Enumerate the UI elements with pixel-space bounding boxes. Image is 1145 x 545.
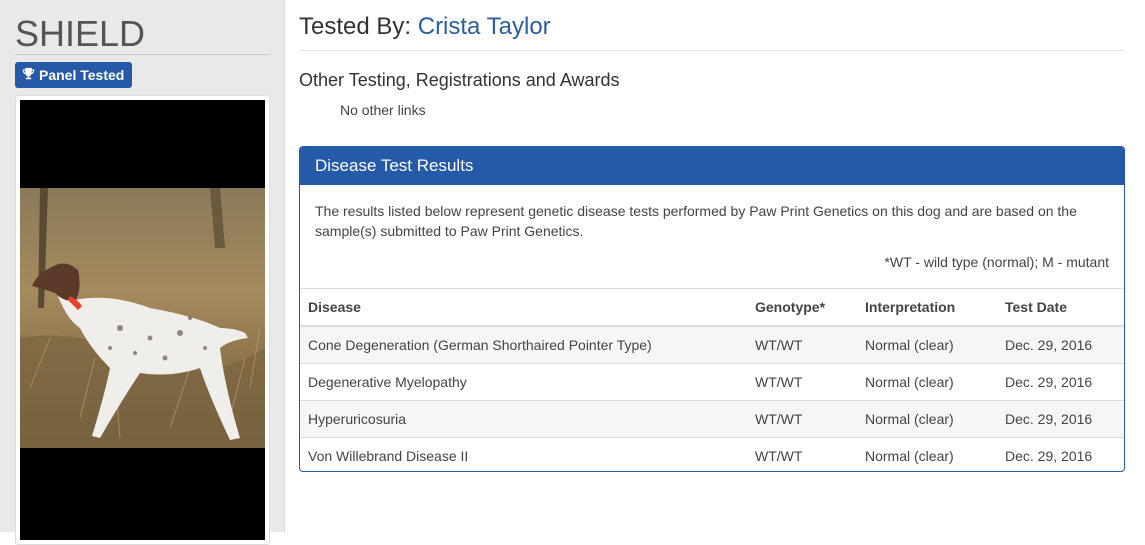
interpretation-cell: Normal (clear) xyxy=(857,437,997,471)
table-row: Cone Degeneration (German Shorthaired Po… xyxy=(300,325,1124,364)
genotype-cell: WT/WT xyxy=(747,363,857,401)
badge-label: Panel Tested xyxy=(39,67,125,83)
other-testing-heading: Other Testing, Registrations and Awards xyxy=(299,70,620,90)
trophy-icon xyxy=(22,62,35,88)
no-links-text: No other links xyxy=(340,102,426,118)
tested-by-prefix: Tested By: xyxy=(299,13,412,40)
panel-tested-badge[interactable]: Panel Tested xyxy=(15,62,133,88)
disease-results-panel: Disease Test Results The results listed … xyxy=(299,146,1125,472)
table-row: Degenerative Myelopathy WT/WT Normal (cl… xyxy=(300,363,1124,401)
results-table: Disease Genotype* Interpretation Test Da… xyxy=(300,288,1124,471)
disease-cell: Von Willebrand Disease II xyxy=(300,437,747,471)
col-test-date: Test Date xyxy=(997,288,1124,327)
interpretation-cell: Normal (clear) xyxy=(857,325,997,364)
sidebar: SHIELD Panel Tested xyxy=(0,0,285,545)
col-interpretation: Interpretation xyxy=(857,288,997,327)
panel-body: The results listed below represent genet… xyxy=(300,185,1124,272)
genotype-cell: WT/WT xyxy=(747,400,857,438)
panel-title: Disease Test Results xyxy=(300,147,1124,185)
disease-cell: Degenerative Myelopathy xyxy=(300,363,747,401)
dog-photo-image xyxy=(20,188,265,448)
test-date-cell: Dec. 29, 2016 xyxy=(997,363,1124,401)
results-description: The results listed below represent genet… xyxy=(315,203,1077,239)
table-row: Von Willebrand Disease II WT/WT Normal (… xyxy=(300,437,1124,471)
genotype-cell: WT/WT xyxy=(747,325,857,364)
disease-cell: Hyperuricosuria xyxy=(300,400,747,438)
dog-photo-frame xyxy=(15,95,270,545)
interpretation-cell: Normal (clear) xyxy=(857,400,997,438)
dog-name-title: SHIELD xyxy=(15,14,270,55)
test-date-cell: Dec. 29, 2016 xyxy=(997,400,1124,438)
tester-name-link[interactable]: Crista Taylor xyxy=(418,13,551,40)
col-disease: Disease xyxy=(300,288,747,327)
col-genotype: Genotype* xyxy=(747,288,857,327)
interpretation-cell: Normal (clear) xyxy=(857,363,997,401)
test-date-cell: Dec. 29, 2016 xyxy=(997,437,1124,471)
test-date-cell: Dec. 29, 2016 xyxy=(997,325,1124,364)
table-row: Hyperuricosuria WT/WT Normal (clear) Dec… xyxy=(300,400,1124,438)
dog-photo[interactable] xyxy=(20,100,265,540)
genotype-cell: WT/WT xyxy=(747,437,857,471)
table-header-row: Disease Genotype* Interpretation Test Da… xyxy=(300,288,1124,327)
disease-cell: Cone Degeneration (German Shorthaired Po… xyxy=(300,325,747,364)
tested-by-heading: Tested By: Crista Taylor xyxy=(299,12,1125,51)
genotype-legend: *WT - wild type (normal); M - mutant xyxy=(884,254,1109,270)
